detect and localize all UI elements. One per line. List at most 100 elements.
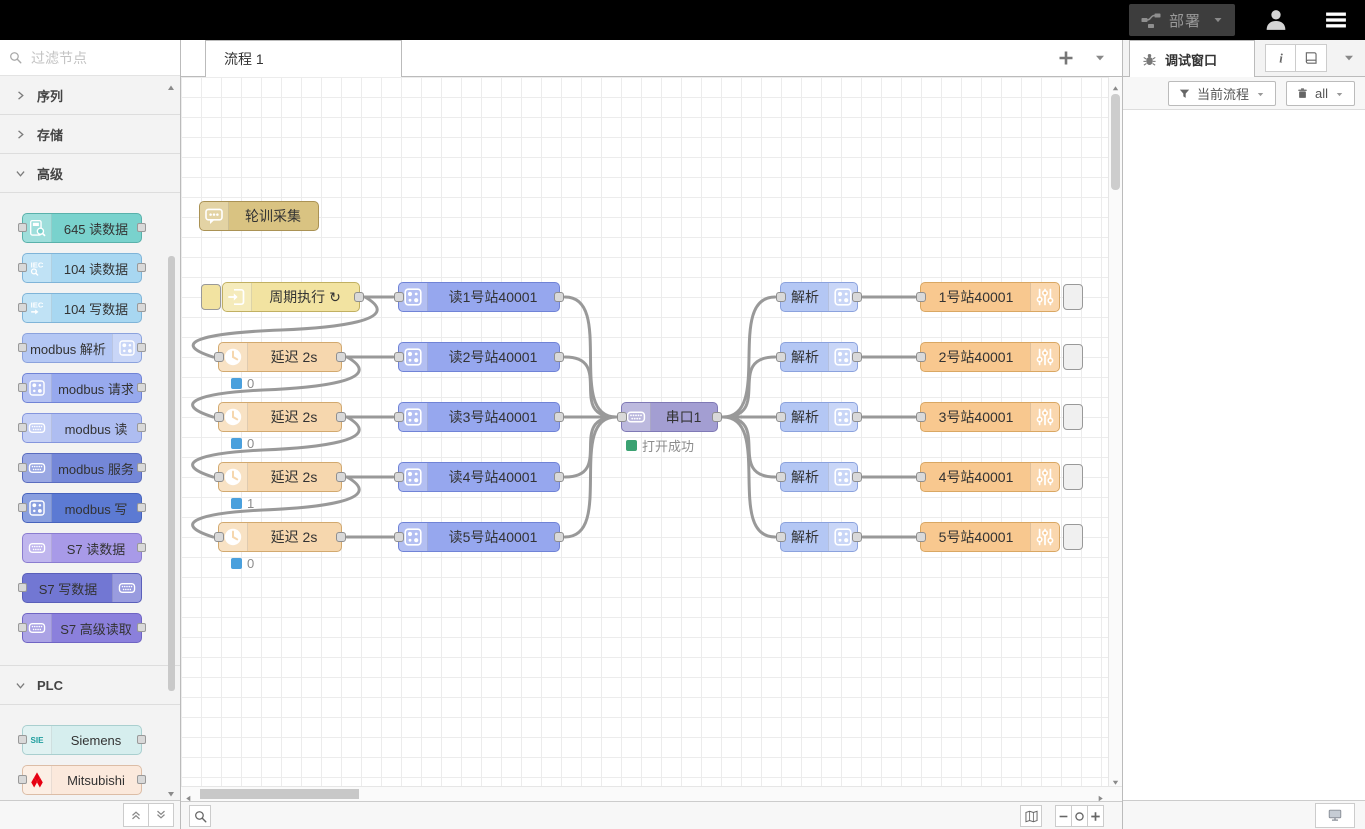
flow-node-parse-5[interactable]: 解析 (780, 522, 858, 552)
node-input-port[interactable] (18, 343, 27, 352)
node-input-port[interactable] (394, 292, 404, 302)
node-output-port[interactable] (554, 292, 564, 302)
node-input-port[interactable] (214, 352, 224, 362)
help-book-button[interactable] (1296, 44, 1327, 72)
flow-node-comment[interactable]: 轮训采集 (199, 201, 319, 231)
node-output-port[interactable] (137, 735, 146, 744)
node-input-port[interactable] (214, 532, 224, 542)
palette-collapse-all-button[interactable] (123, 803, 149, 827)
flow-node-inject[interactable]: 周期执行 ↻ (222, 282, 360, 312)
palette-node-104-write[interactable]: IEC104 写数据 (22, 293, 142, 323)
palette-category-3[interactable]: PLC (0, 666, 180, 705)
zoom-in-button[interactable] (1087, 805, 1104, 827)
flow-node-parse-3[interactable]: 解析 (780, 402, 858, 432)
tab-flow-1[interactable]: 流程 1 (205, 40, 402, 77)
debug-toggle-button[interactable] (1063, 524, 1083, 550)
scroll-down-icon[interactable] (1111, 774, 1120, 783)
node-output-port[interactable] (336, 472, 346, 482)
node-input-port[interactable] (916, 412, 926, 422)
node-output-port[interactable] (336, 352, 346, 362)
palette-node-siemens[interactable]: SIESiemens (22, 725, 142, 755)
palette-search[interactable] (0, 40, 180, 76)
flow-node-station-3[interactable]: 3号站40001 (920, 402, 1060, 432)
node-input-port[interactable] (916, 292, 926, 302)
canvas-search-button[interactable] (189, 805, 211, 827)
flow-node-read-station-4[interactable]: 读4号站40001 (398, 462, 560, 492)
flow-node-delay-1[interactable]: 延迟 2s0 (218, 342, 342, 372)
flow-node-read-station-5[interactable]: 读5号站40001 (398, 522, 560, 552)
node-input-port[interactable] (18, 223, 27, 232)
palette-node-s7-write[interactable]: S7 写数据 (22, 573, 142, 603)
debug-toggle-button[interactable] (1063, 404, 1083, 430)
node-input-port[interactable] (916, 352, 926, 362)
node-output-port[interactable] (554, 472, 564, 482)
palette-node-modbus-write[interactable]: modbus 写 (22, 493, 142, 523)
node-input-port[interactable] (394, 472, 404, 482)
horizontal-scrollbar-thumb[interactable] (200, 789, 359, 799)
node-output-port[interactable] (137, 503, 146, 512)
node-input-port[interactable] (18, 735, 27, 744)
zoom-out-button[interactable] (1055, 805, 1072, 827)
node-input-port[interactable] (18, 303, 27, 312)
deploy-button[interactable]: 部署 (1129, 4, 1235, 36)
node-input-port[interactable] (776, 472, 786, 482)
palette-expand-all-button[interactable] (149, 803, 174, 827)
node-output-port[interactable] (852, 352, 862, 362)
palette-category-2[interactable]: 高级 (0, 154, 180, 193)
hamburger-menu-icon[interactable] (1323, 9, 1349, 31)
debug-toggle-button[interactable] (1063, 464, 1083, 490)
flow-node-delay-2[interactable]: 延迟 2s0 (218, 402, 342, 432)
node-output-port[interactable] (137, 423, 146, 432)
node-input-port[interactable] (776, 412, 786, 422)
palette-node-s7-adv-read[interactable]: S7 高级读取 (22, 613, 142, 643)
palette-node-modbus-request[interactable]: modbus 请求 (22, 373, 142, 403)
palette-node-645-read[interactable]: 645 读数据 (22, 213, 142, 243)
navigator-toggle-button[interactable] (1020, 805, 1042, 827)
open-window-button[interactable] (1315, 803, 1355, 828)
flow-node-read-station-2[interactable]: 读2号站40001 (398, 342, 560, 372)
palette-scroll-down-icon[interactable] (165, 786, 177, 796)
vertical-scrollbar-thumb[interactable] (1111, 94, 1120, 190)
node-output-port[interactable] (137, 223, 146, 232)
node-output-port[interactable] (137, 543, 146, 552)
node-output-port[interactable] (554, 532, 564, 542)
palette-node-modbus-read[interactable]: modbus 读 (22, 413, 142, 443)
node-output-port[interactable] (554, 412, 564, 422)
palette-node-s7-read[interactable]: S7 读数据 (22, 533, 142, 563)
info-button[interactable]: i (1265, 44, 1296, 72)
node-output-port[interactable] (852, 472, 862, 482)
node-input-port[interactable] (776, 532, 786, 542)
canvas-horizontal-scrollbar[interactable] (181, 786, 1122, 801)
node-input-port[interactable] (214, 472, 224, 482)
node-output-port[interactable] (852, 532, 862, 542)
node-output-port[interactable] (137, 383, 146, 392)
palette-node-modbus-server[interactable]: modbus 服务 (22, 453, 142, 483)
node-input-port[interactable] (394, 412, 404, 422)
node-output-port[interactable] (137, 343, 146, 352)
canvas-vertical-scrollbar[interactable] (1108, 77, 1122, 786)
palette-node-104-read[interactable]: IEC104 读数据 (22, 253, 142, 283)
debug-toggle-button[interactable] (1063, 284, 1083, 310)
add-flow-button[interactable] (1056, 48, 1076, 68)
palette-search-input[interactable] (29, 49, 161, 67)
flow-node-parse-4[interactable]: 解析 (780, 462, 858, 492)
node-output-port[interactable] (852, 412, 862, 422)
node-input-port[interactable] (18, 775, 27, 784)
palette-category-0[interactable]: 序列 (0, 76, 180, 115)
sidebar-options-caret[interactable] (1341, 50, 1357, 66)
flow-node-serial-port[interactable]: 串口1打开成功 (621, 402, 718, 432)
node-input-port[interactable] (214, 412, 224, 422)
scroll-right-icon[interactable] (1096, 790, 1105, 799)
node-output-port[interactable] (137, 303, 146, 312)
node-input-port[interactable] (18, 263, 27, 272)
flow-list-caret[interactable] (1092, 50, 1108, 66)
node-input-port[interactable] (617, 412, 627, 422)
flow-node-read-station-1[interactable]: 读1号站40001 (398, 282, 560, 312)
node-input-port[interactable] (394, 532, 404, 542)
node-output-port[interactable] (137, 775, 146, 784)
flow-node-delay-3[interactable]: 延迟 2s1 (218, 462, 342, 492)
inject-trigger-button[interactable] (201, 284, 221, 310)
node-output-port[interactable] (554, 352, 564, 362)
palette-scrollbar-thumb[interactable] (168, 256, 175, 691)
node-output-port[interactable] (354, 292, 364, 302)
